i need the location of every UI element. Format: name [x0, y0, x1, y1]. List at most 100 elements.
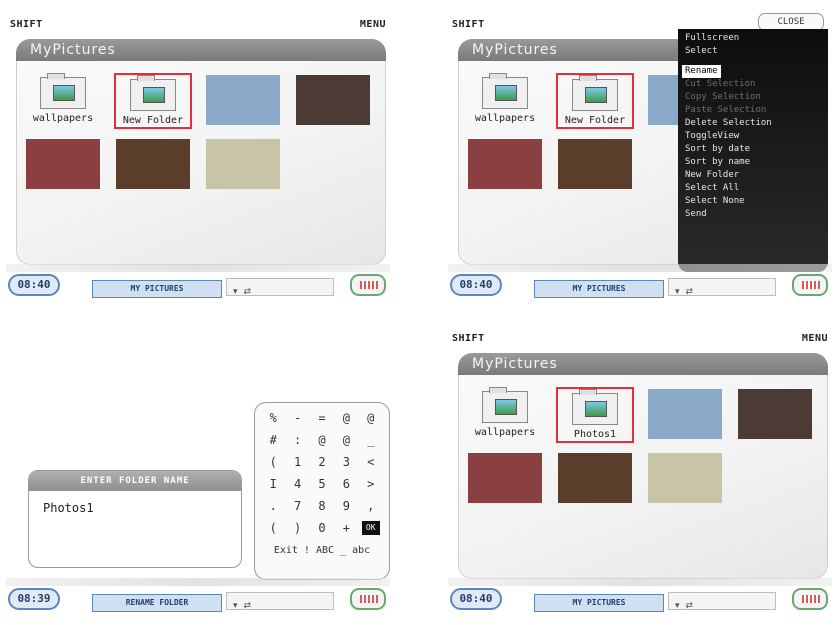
key[interactable]: + — [337, 521, 355, 535]
folder-new-folder[interactable]: New Folder — [556, 73, 634, 129]
key[interactable]: ) — [289, 521, 307, 535]
folder-photos1[interactable]: Photos1 — [556, 387, 634, 443]
photo-thumbnail[interactable] — [204, 73, 282, 129]
menu-item-sort-name[interactable]: Sort by name — [678, 156, 828, 169]
menu-item-sort-date[interactable]: Sort by date — [678, 143, 828, 156]
key[interactable]: = — [313, 411, 331, 425]
key[interactable]: . — [264, 499, 282, 513]
key[interactable]: > — [362, 477, 380, 491]
key[interactable]: @ — [362, 411, 380, 425]
photo-thumbnail[interactable] — [24, 137, 102, 193]
file-window: MyPictures wallpapers Photos1 — [458, 353, 828, 579]
menu-item-select-none[interactable]: Select None — [678, 195, 828, 208]
status-bar: 08:39 RENAME FOLDER ▾ ⇄ — [6, 586, 390, 614]
folder-caption: wallpapers — [474, 427, 536, 438]
folder-new-folder[interactable]: New Folder — [114, 73, 192, 129]
transfer-icon: ⇄ — [685, 601, 694, 611]
bottom-label: MY PICTURES — [534, 280, 664, 298]
clock: 08:40 — [450, 274, 502, 296]
key[interactable]: 2 — [313, 455, 331, 469]
key[interactable]: 3 — [337, 455, 355, 469]
key[interactable]: 1 — [289, 455, 307, 469]
ok-key[interactable]: OK — [361, 521, 380, 535]
key[interactable]: 8 — [313, 499, 331, 513]
keypad: % - = @ @ # : @ @ _ ( 1 2 3 < I 4 5 6 > — [254, 402, 390, 580]
screen-3: ENTER FOLDER NAME Photos1 % - = @ @ # : … — [6, 320, 390, 616]
menu-item-copy: Copy Selection — [685, 92, 761, 102]
key[interactable]: 5 — [313, 477, 331, 491]
key[interactable]: ( — [264, 455, 282, 469]
photo-thumbnail[interactable] — [204, 137, 282, 193]
signal-icon: ▾ — [675, 287, 680, 297]
transfer-icon: ⇄ — [243, 601, 252, 611]
screen-2: SHIFT CLOSE MyPictures wallpapers New Fo… — [448, 6, 832, 302]
key[interactable]: < — [362, 455, 380, 469]
status-icons: ▾ ⇄ — [226, 592, 334, 611]
dialog-title: ENTER FOLDER NAME — [29, 471, 241, 491]
key[interactable]: @ — [337, 433, 355, 447]
bottom-label: MY PICTURES — [92, 280, 222, 298]
decorative-wave — [6, 264, 390, 272]
battery-icon — [350, 588, 386, 610]
menu-item-delete[interactable]: Delete Selection — [678, 117, 828, 130]
key[interactable]: # — [264, 433, 282, 447]
screen-4: SHIFT MENU MyPictures wallpapers Photos1… — [448, 320, 832, 616]
photo-thumbnail[interactable] — [646, 451, 724, 507]
shift-label[interactable]: SHIFT — [10, 19, 43, 30]
shift-label[interactable]: SHIFT — [452, 19, 485, 30]
key[interactable]: - — [289, 411, 307, 425]
folder-name-input[interactable]: Photos1 — [29, 491, 241, 525]
status-bar: 08:40 MY PICTURES ▾ ⇄ — [6, 272, 390, 300]
folder-wallpapers[interactable]: wallpapers — [24, 73, 102, 129]
window-title: MyPictures — [458, 353, 828, 375]
menu-item-new-folder[interactable]: New Folder — [678, 169, 828, 182]
key[interactable]: @ — [337, 411, 355, 425]
keypad-mode-row[interactable]: Exit ! ABC _ abc — [255, 545, 389, 556]
photo-thumbnail[interactable] — [294, 73, 372, 129]
photo-thumbnail[interactable] — [646, 387, 724, 443]
shift-label[interactable]: SHIFT — [452, 333, 485, 344]
photo-thumbnail[interactable] — [114, 137, 192, 193]
folder-caption: Photos1 — [573, 429, 617, 440]
photo-thumbnail[interactable] — [466, 137, 544, 193]
photo-thumbnail[interactable] — [556, 451, 634, 507]
key[interactable]: _ — [362, 433, 380, 447]
bottom-label: RENAME FOLDER — [92, 594, 222, 612]
key[interactable]: : — [289, 433, 307, 447]
photo-thumbnail[interactable] — [556, 137, 634, 193]
folder-icon — [572, 75, 618, 111]
key[interactable]: I — [264, 477, 282, 491]
clock: 08:40 — [450, 588, 502, 610]
decorative-wave — [6, 578, 390, 586]
folder-caption: New Folder — [564, 115, 626, 126]
folder-icon — [482, 387, 528, 423]
menu-item-select-all[interactable]: Select All — [678, 182, 828, 195]
signal-icon: ▾ — [675, 601, 680, 611]
folder-wallpapers[interactable]: wallpapers — [466, 387, 544, 443]
decorative-wave — [448, 264, 832, 272]
key[interactable]: 6 — [337, 477, 355, 491]
folder-icon — [130, 75, 176, 111]
key[interactable]: % — [264, 411, 282, 425]
key[interactable]: 0 — [313, 521, 331, 535]
key[interactable]: 9 — [337, 499, 355, 513]
menu-item-send[interactable]: Send — [678, 208, 828, 221]
folder-icon — [572, 389, 618, 425]
folder-wallpapers[interactable]: wallpapers — [466, 73, 544, 129]
menu-label[interactable]: MENU — [802, 333, 828, 344]
menu-label[interactable]: MENU — [360, 19, 386, 30]
key[interactable]: , — [362, 499, 380, 513]
photo-thumbnail[interactable] — [466, 451, 544, 507]
menu-item-toggleview[interactable]: ToggleView — [678, 130, 828, 143]
key[interactable]: @ — [313, 433, 331, 447]
key[interactable]: 4 — [289, 477, 307, 491]
key[interactable]: ( — [264, 521, 282, 535]
key-row: . 7 8 9 , — [261, 499, 383, 513]
signal-icon: ▾ — [233, 601, 238, 611]
menu-item-fullscreen[interactable]: Fullscreen — [678, 32, 828, 45]
key-row: # : @ @ _ — [261, 433, 383, 447]
key[interactable]: 7 — [289, 499, 307, 513]
menu-item-rename[interactable]: Rename — [682, 65, 721, 78]
menu-item-select[interactable]: Select — [678, 45, 828, 58]
photo-thumbnail[interactable] — [736, 387, 814, 443]
